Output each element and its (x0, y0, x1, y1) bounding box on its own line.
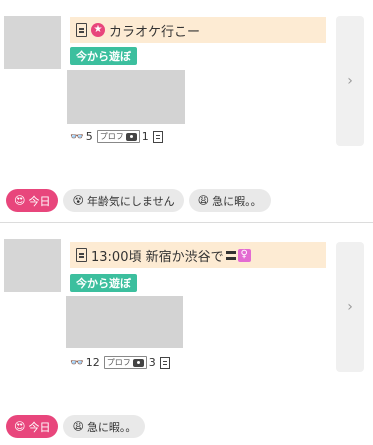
heart-eyes-face-icon: 😍 (14, 420, 26, 433)
post-title: 13:00頃 新宿か渋谷で (91, 249, 224, 265)
open-post-button[interactable]: › (336, 242, 364, 372)
camera-icon (125, 132, 137, 141)
play-now-badge: 今から遊ぼ (70, 274, 137, 292)
tag-list: 😍 今日 😩 急に暇。。 (6, 415, 146, 438)
document-icon (152, 130, 163, 143)
photo-count: 3 (148, 356, 156, 369)
chevron-right-icon: › (347, 299, 353, 315)
camera-icon (132, 358, 144, 367)
tag-item[interactable]: 😩 急に暇。。 (188, 189, 271, 212)
tag-list: 😍 今日 😵 年齢気にしません 😩 急に暇。。 (6, 189, 271, 212)
post-photo[interactable] (66, 296, 183, 348)
document-icon (159, 356, 170, 369)
tag-item[interactable]: 😩 急に暇。。 (63, 415, 146, 438)
glasses-icon: 👓 (70, 356, 84, 369)
tag-item[interactable]: 😵 年齢気にしません (63, 189, 184, 212)
post-photo[interactable] (67, 70, 185, 124)
photo-count: 1 (141, 130, 149, 143)
avatar[interactable] (4, 16, 61, 69)
avatar[interactable] (4, 239, 61, 292)
chevron-right-icon: › (347, 73, 353, 89)
female-icon: ♀ (237, 248, 251, 262)
star-icon: ★ (91, 23, 105, 37)
document-icon (76, 23, 87, 37)
profile-photo-badge: プロフ (103, 356, 147, 369)
tag-label: 急に暇。。 (212, 194, 262, 208)
profile-label: プロフ (106, 358, 131, 367)
tag-today[interactable]: 😍 今日 (6, 189, 59, 212)
divider (0, 222, 373, 223)
tired-face-icon: 😩 (72, 420, 84, 433)
post-stats: 👓 5 プロフ 1 (70, 130, 163, 143)
post-title: カラオケ行こー (109, 24, 201, 40)
view-count: 5 (85, 130, 93, 143)
profile-photo-badge: プロフ (96, 130, 140, 143)
play-now-badge: 今から遊ぼ (70, 47, 137, 65)
tired-face-icon: 😩 (197, 194, 210, 207)
tag-label: 年齢気にしません (86, 194, 175, 208)
glasses-icon: 👓 (70, 130, 84, 143)
post-title-bar[interactable]: 13:00頃 新宿か渋谷で ♀ (70, 242, 326, 268)
dizzy-face-icon: 😵 (72, 194, 84, 207)
profile-label: プロフ (99, 132, 124, 141)
tag-label: 急に暇。。 (86, 420, 137, 434)
post-title-bar[interactable]: ★ カラオケ行こー (70, 17, 326, 43)
tag-label: 今日 (28, 194, 51, 208)
view-count: 12 (85, 356, 100, 369)
heart-eyes-face-icon: 😍 (14, 194, 26, 207)
tag-today[interactable]: 😍 今日 (6, 415, 59, 438)
tag-label: 今日 (28, 420, 51, 434)
open-post-button[interactable]: › (336, 16, 364, 146)
post-stats: 👓 12 プロフ 3 (70, 356, 170, 369)
flag-icon (225, 250, 236, 260)
document-icon (76, 248, 87, 262)
